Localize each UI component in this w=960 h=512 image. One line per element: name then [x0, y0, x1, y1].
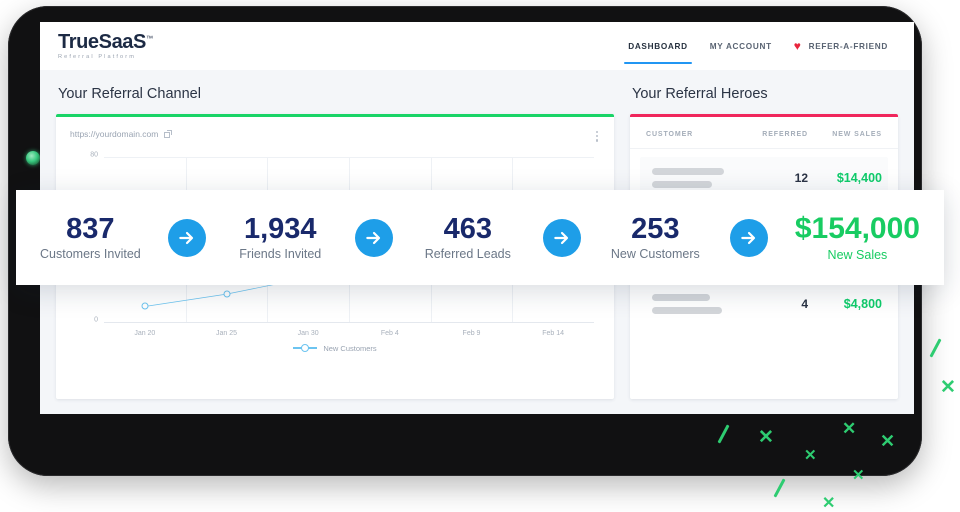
- arrow-right-circle-icon: [355, 218, 394, 257]
- column-header-customer: CUSTOMER: [646, 131, 694, 138]
- brand-logo[interactable]: TrueSaaS™ Referral Platform: [58, 32, 153, 61]
- cell-referred: 4: [801, 297, 808, 311]
- decor-x-icon: ✕: [822, 495, 836, 512]
- heart-icon: ♥: [793, 39, 802, 53]
- logo-wordmark: TrueSaaS: [58, 30, 146, 53]
- summary-stats-band: 837 Customers Invited 1,934 Friends Invited…: [16, 190, 944, 285]
- chart-x-tick-label: Feb 4: [380, 329, 399, 337]
- kebab-dot: [595, 139, 598, 142]
- nav-item-refer-a-friend[interactable]: ♥ REFER-A-FRIEND: [794, 22, 888, 70]
- main-nav: DASHBOARD MY ACCOUNT ♥ REFER-A-FRIEND: [624, 22, 888, 70]
- referral-link[interactable]: https://yourdomain.com: [70, 129, 173, 139]
- cell-new-sales: $4,800: [843, 297, 882, 311]
- stat-value: 253: [631, 212, 680, 245]
- logo-subtitle: Referral Platform: [58, 53, 136, 60]
- arrow-right-circle-icon: [542, 218, 581, 257]
- stat-label: Referred Leads: [424, 247, 511, 262]
- kebab-menu-icon[interactable]: [594, 129, 600, 144]
- nav-item-dashboard[interactable]: DASHBOARD: [624, 22, 692, 70]
- arrow-right-circle-icon: [730, 218, 769, 257]
- stat-value: 1,934: [243, 212, 317, 245]
- referral-heroes-title: Your Referral Heroes: [632, 86, 768, 102]
- referral-link-text: https://yourdomain.com: [70, 129, 159, 139]
- chart-x-tick-label: Jan 25: [215, 329, 238, 337]
- placeholder-bar: [652, 294, 710, 301]
- stat-label: New Sales: [827, 247, 888, 262]
- app-header: TrueSaaS™ Referral Platform DASHBOARD MY…: [40, 22, 914, 70]
- customer-name-placeholder: [646, 168, 742, 188]
- nav-item-my-account[interactable]: MY ACCOUNT: [710, 22, 772, 70]
- logo-main-text: TrueSaaS™: [58, 32, 153, 52]
- stat-value: 463: [443, 212, 492, 245]
- column-header-referred: REFERRED: [762, 131, 808, 138]
- trademark-icon: ™: [145, 35, 153, 43]
- stat-customers-invited: 837 Customers Invited: [40, 212, 141, 262]
- nav-item-refer-a-friend-label: REFER-A-FRIEND: [808, 41, 888, 51]
- kebab-dot: [595, 135, 598, 138]
- chart-x-tick-label: Feb 14: [542, 329, 565, 337]
- external-link-icon[interactable]: [164, 130, 173, 138]
- customer-name-placeholder: [646, 294, 742, 314]
- chart-legend: New Customers: [56, 344, 614, 353]
- placeholder-bar: [652, 307, 722, 314]
- table-row[interactable]: 4 $4,800: [640, 283, 888, 325]
- stat-new-customers: 253 New Customers: [607, 212, 703, 262]
- stat-label: Friends Invited: [239, 247, 322, 262]
- stat-label: New Customers: [610, 247, 700, 262]
- chart-x-tick-label: Jan 20: [134, 329, 156, 337]
- chart-card-header: https://yourdomain.com: [56, 117, 614, 144]
- stat-new-sales: $154,000 New Sales: [795, 213, 920, 262]
- cell-new-sales: $14,400: [836, 171, 882, 185]
- chart-y-tick-label: 0: [94, 316, 98, 324]
- legend-label: New Customers: [323, 343, 377, 353]
- column-header-new-sales: NEW SALES: [832, 131, 882, 138]
- arrow-right-circle-icon: [167, 218, 206, 257]
- stat-referred-leads: 463 Referred Leads: [420, 212, 516, 262]
- referral-channel-title: Your Referral Channel: [58, 86, 201, 102]
- stat-value: $154,000: [794, 212, 920, 246]
- chart-x-tick-label: Feb 9: [462, 329, 481, 337]
- stat-friends-invited: 1,934 Friends Invited: [232, 212, 328, 262]
- chart-data-point: [141, 302, 149, 310]
- placeholder-bar: [652, 168, 724, 175]
- cell-referred: 12: [794, 171, 808, 185]
- heroes-table-header: CUSTOMER REFERRED NEW SALES: [630, 117, 898, 149]
- legend-marker-icon: [293, 344, 318, 353]
- kebab-dot: [595, 131, 598, 134]
- camera-dot-icon: [26, 151, 40, 165]
- stat-label: Customers Invited: [40, 247, 141, 262]
- decor-x-icon: ✕: [940, 377, 956, 398]
- screenshot-stage: TrueSaaS™ Referral Platform DASHBOARD MY…: [0, 0, 960, 512]
- decor-slash-icon: [773, 478, 786, 498]
- chart-data-point: [223, 290, 230, 298]
- stat-value: 837: [66, 212, 115, 245]
- placeholder-bar: [652, 181, 712, 188]
- chart-x-tick-label: Jan 30: [297, 329, 319, 337]
- decor-slash-icon: [929, 338, 942, 358]
- chart-y-tick-label: 80: [90, 151, 98, 159]
